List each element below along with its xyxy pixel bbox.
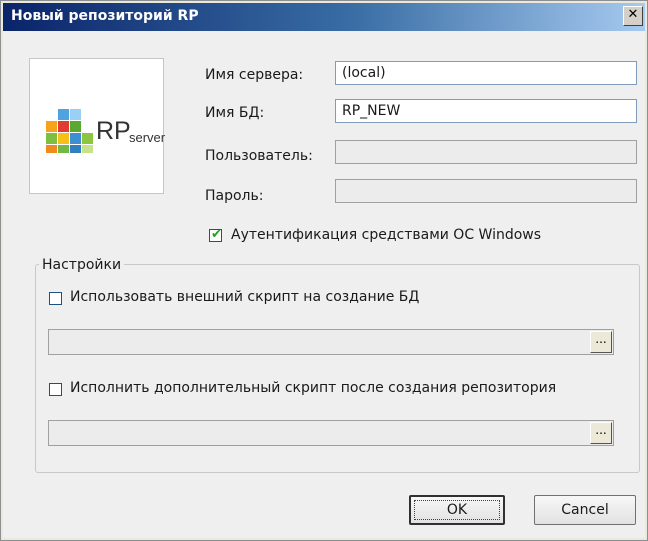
windows-auth-checkbox[interactable]: ✔ [209,227,222,242]
dialog-title: Новый репозиторий RP [11,8,199,24]
extra-script-path-field[interactable] [48,420,614,446]
title-bar[interactable]: Новый репозиторий RP ✕ [3,3,645,31]
ok-button[interactable]: OK [409,495,505,525]
external-script-browse-button[interactable]: ... [590,331,612,353]
extra-script-label[interactable]: Исполнить дополнительный скрипт после со… [70,380,556,396]
close-button[interactable]: ✕ [623,6,643,26]
cancel-button[interactable]: Cancel [534,495,636,525]
settings-group-title: Настройки [39,257,125,273]
external-script-path-field[interactable] [48,329,614,355]
db-name-input[interactable]: RP_NEW [335,99,637,123]
extra-script-checkbox[interactable] [49,383,62,396]
db-name-label: Имя БД: [205,105,265,121]
server-name-input[interactable]: (local) [335,61,637,85]
focus-rectangle [414,500,500,520]
user-input[interactable] [335,140,637,164]
close-icon: ✕ [627,7,639,22]
password-label: Пароль: [205,188,264,204]
logo-server-text: server [129,130,166,145]
windows-auth-label[interactable]: Аутентификация средствами ОС Windows [231,227,541,243]
server-name-label: Имя сервера: [205,67,304,83]
cancel-button-label: Cancel [561,502,609,518]
external-script-checkbox[interactable] [49,292,62,305]
dialog-window: Новый репозиторий RP ✕ RP server Имя сер… [0,0,648,541]
dialog-client-area: RP server Имя сервера: (local) Имя БД: R… [3,31,645,538]
user-label: Пользователь: [205,148,313,164]
extra-script-browse-button[interactable]: ... [590,422,612,444]
logo-rp-text: RP [96,117,131,145]
rp-server-logo: RP server [29,58,166,194]
checkmark-icon: ✔ [211,227,222,242]
external-script-label[interactable]: Использовать внешний скрипт на создание … [70,289,419,305]
password-input[interactable] [335,179,637,203]
